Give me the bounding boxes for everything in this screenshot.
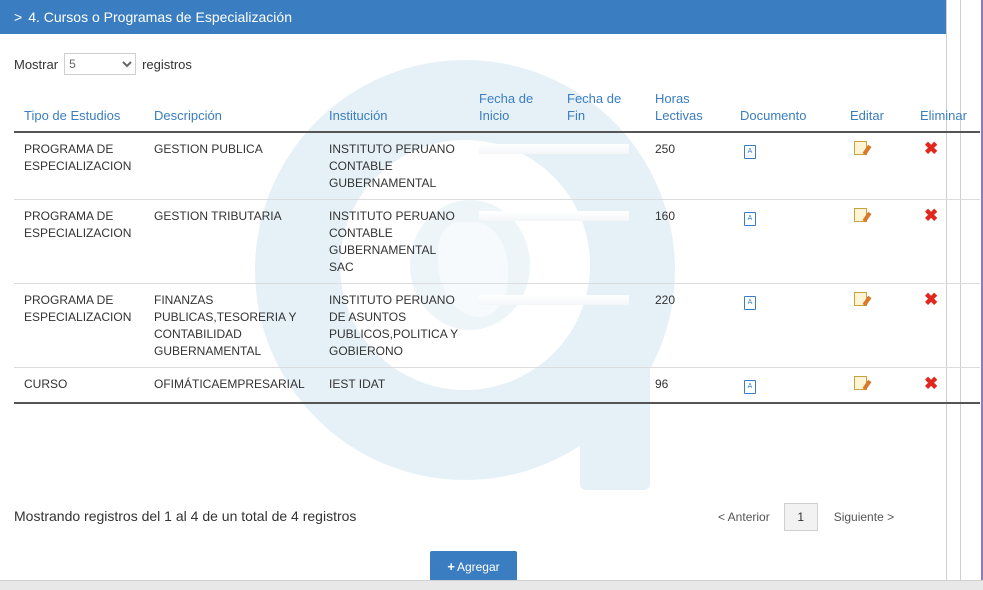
cell-descripcion: FINANZAS PUBLICAS,TESORERIA Y CONTABILID… [144,283,319,368]
cell-descripcion: GESTION TRIBUTARIA [144,199,319,284]
cell-fechas [469,367,645,404]
cell-fechas [469,132,645,200]
cell-fechas [469,199,645,284]
cell-eliminar: ✖ [910,199,980,284]
page-length-control: Mostrar 5 registros [14,53,192,75]
table-row: PROGRAMA DE ESPECIALIZACION GESTION PUBL… [14,132,980,200]
cell-eliminar: ✖ [910,367,980,404]
cell-editar [840,283,910,368]
cell-documento: A [730,367,840,404]
table-info-text: Mostrando registros del 1 al 4 de un tot… [14,508,357,524]
redacted-dates [479,144,629,154]
pdf-document-icon[interactable]: A [744,145,756,159]
col-header-fecha-inicio[interactable]: Fecha de Inicio [469,84,557,133]
cell-horas: 96 [645,367,730,404]
col-header-descripcion[interactable]: Descripción [144,84,319,133]
col-header-institucion[interactable]: Institución [319,84,469,133]
pagination-next[interactable]: Siguiente > [834,510,894,524]
delete-icon[interactable]: ✖ [924,139,938,158]
pdf-document-icon[interactable]: A [744,380,756,394]
cell-horas: 220 [645,283,730,368]
cell-editar [840,199,910,284]
cell-tipo: CURSO [14,367,144,404]
cell-fechas [469,283,645,368]
pagination: < Anterior 1 Siguiente > [718,503,894,531]
pdf-document-icon[interactable]: A [744,212,756,226]
cell-tipo: PROGRAMA DE ESPECIALIZACION [14,132,144,200]
redacted-dates [479,295,629,305]
cell-documento: A [730,199,840,284]
table-row: PROGRAMA DE ESPECIALIZACION FINANZAS PUB… [14,283,980,368]
section-header[interactable]: >4. Cursos o Programas de Especializació… [0,0,946,34]
cell-tipo: PROGRAMA DE ESPECIALIZACION [14,283,144,368]
col-header-eliminar: Eliminar [910,84,980,133]
col-header-fecha-fin[interactable]: Fecha de Fin [557,84,645,133]
delete-icon[interactable]: ✖ [924,290,938,309]
courses-table: Tipo de Estudios Descripción Institución… [14,84,980,404]
length-label-before: Mostrar [14,56,59,72]
delete-icon[interactable]: ✖ [924,374,938,393]
col-header-documento: Documento [730,84,840,133]
edit-icon[interactable] [854,292,867,306]
edit-icon[interactable] [854,141,867,155]
cell-documento: A [730,132,840,200]
cell-eliminar: ✖ [910,132,980,200]
col-header-tipo[interactable]: Tipo de Estudios [14,84,144,133]
cell-institucion: INSTITUTO PERUANO DE ASUNTOS PUBLICOS,PO… [319,283,469,368]
redacted-dates [479,211,629,221]
plus-icon: + [447,559,455,574]
cell-horas: 250 [645,132,730,200]
table-row: PROGRAMA DE ESPECIALIZACION GESTION TRIB… [14,199,980,284]
chevron-right-icon: > [14,9,23,25]
table-header-row: Tipo de Estudios Descripción Institución… [14,84,980,133]
delete-icon[interactable]: ✖ [924,206,938,225]
pagination-prev[interactable]: < Anterior [718,510,770,524]
add-button[interactable]: + Agregar [430,551,517,581]
cell-institucion: INSTITUTO PERUANO CONTABLE GUBERNAMENTAL… [319,199,469,284]
pagination-page-current[interactable]: 1 [783,503,818,531]
table-row: CURSO OFIMÁTICAEMPRESARIAL IEST IDAT 96 … [14,367,980,404]
cell-descripcion: OFIMÁTICAEMPRESARIAL [144,367,319,404]
col-header-horas[interactable]: Horas Lectivas [645,84,730,133]
add-button-label: Agregar [456,560,500,574]
cell-editar [840,367,910,404]
cell-documento: A [730,283,840,368]
cell-editar [840,132,910,200]
cell-eliminar: ✖ [910,283,980,368]
edit-icon[interactable] [854,376,867,390]
cell-tipo: PROGRAMA DE ESPECIALIZACION [14,199,144,284]
length-label-after: registros [142,56,192,72]
section-title: 4. Cursos o Programas de Especialización [28,9,292,25]
cell-institucion: IEST IDAT [319,367,469,404]
page-length-select[interactable]: 5 [64,53,137,75]
pdf-document-icon[interactable]: A [744,296,756,310]
edit-icon[interactable] [854,208,867,222]
cell-horas: 160 [645,199,730,284]
cell-descripcion: GESTION PUBLICA [144,132,319,200]
cell-institucion: INSTITUTO PERUANO CONTABLE GUBERNAMENTAL [319,132,469,200]
col-header-editar: Editar [840,84,910,133]
